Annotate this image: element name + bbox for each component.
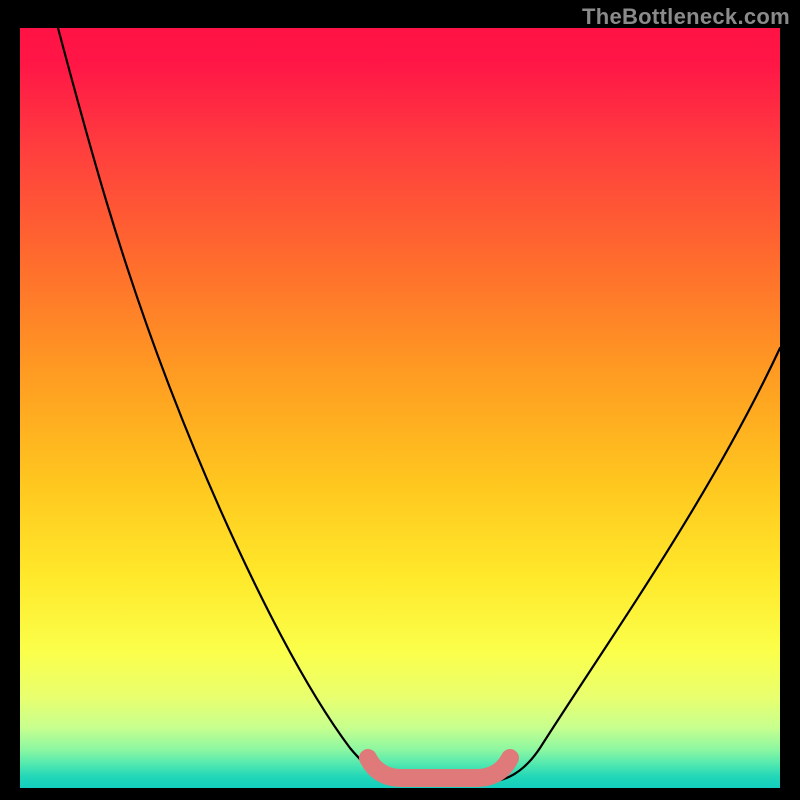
bottleneck-curve: [58, 28, 780, 783]
watermark-text: TheBottleneck.com: [582, 4, 790, 30]
curve-layer: [20, 28, 780, 788]
valley-highlight: [368, 758, 510, 778]
chart-stage: TheBottleneck.com: [0, 0, 800, 800]
plot-area: [20, 28, 780, 788]
